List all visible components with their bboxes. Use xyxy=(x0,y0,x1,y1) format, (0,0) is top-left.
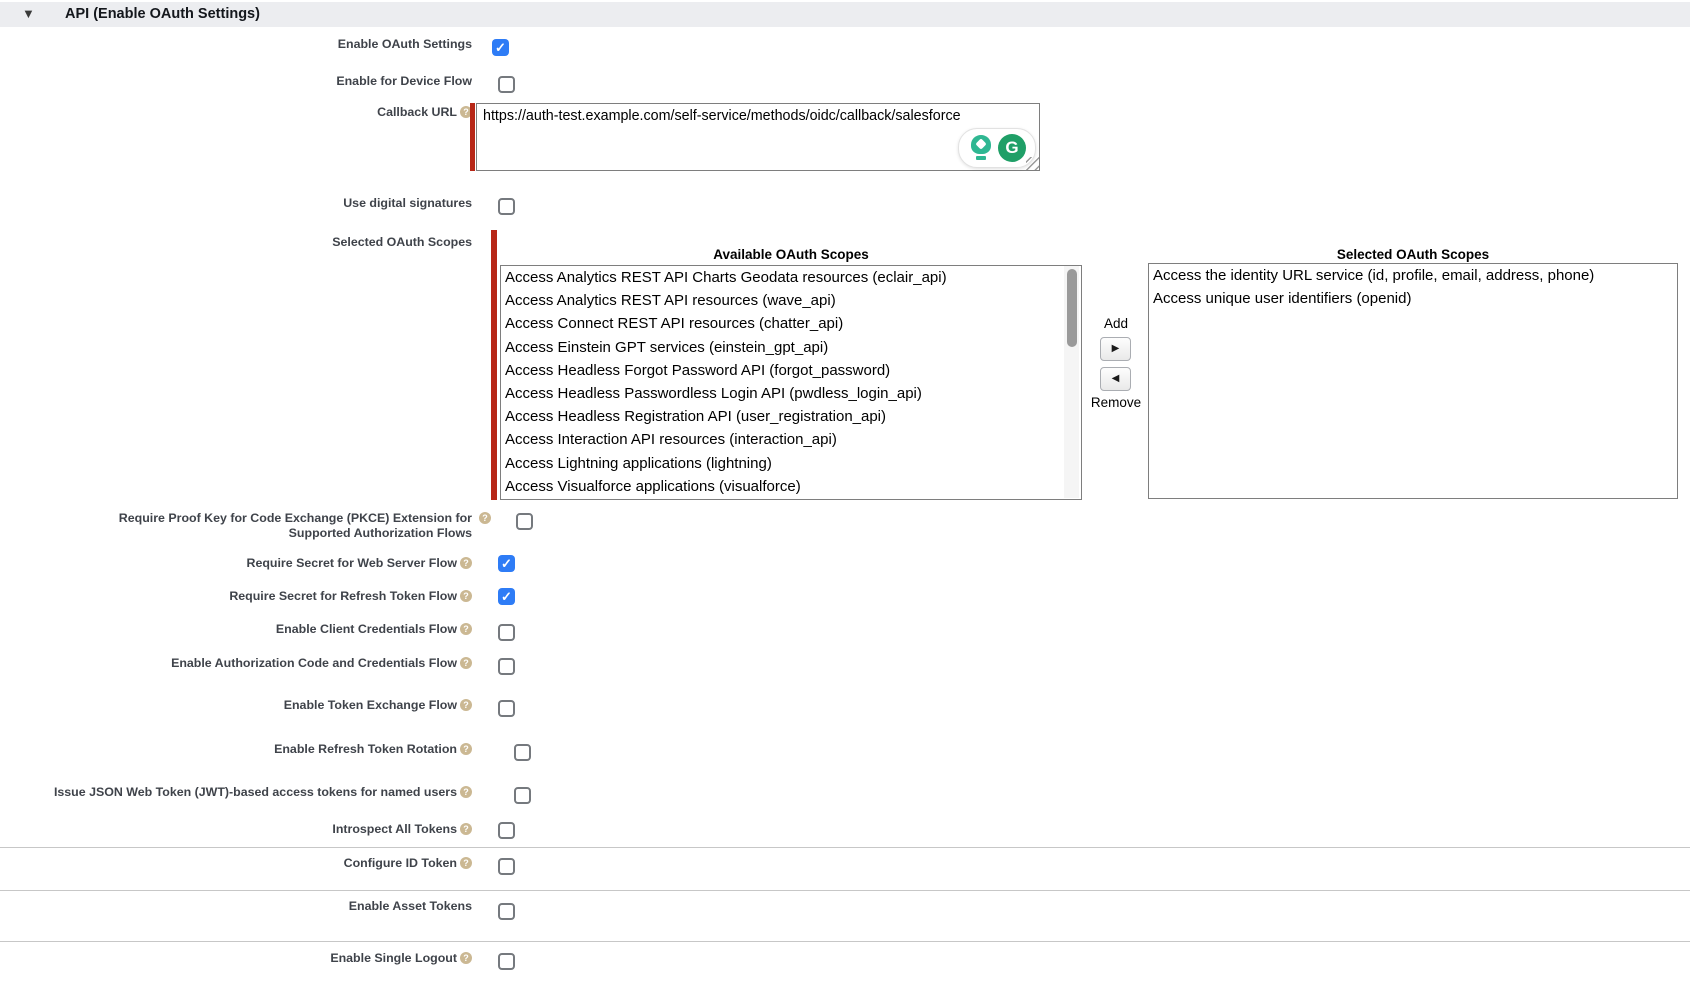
browser-extension-overlay: G xyxy=(958,128,1036,168)
enable-refresh-token-rotation-label: Enable Refresh Token Rotation? xyxy=(0,742,472,757)
help-icon[interactable]: ? xyxy=(460,786,472,798)
listbox-scrollbar-thumb[interactable] xyxy=(1067,269,1077,347)
available-scope-option[interactable]: Access Interaction API resources (intera… xyxy=(501,428,1065,451)
remove-scope-button[interactable]: ◀ xyxy=(1100,367,1131,391)
available-scope-option[interactable]: Access Headless Registration API (user_r… xyxy=(501,405,1065,428)
help-icon[interactable]: ? xyxy=(460,557,472,569)
add-scope-button[interactable]: ▶ xyxy=(1100,337,1131,361)
use-digital-signatures-checkbox[interactable] xyxy=(498,198,515,215)
selected-scope-option[interactable]: Access unique user identifiers (openid) xyxy=(1149,287,1677,310)
introspect-all-tokens-label: Introspect All Tokens? xyxy=(0,822,472,837)
use-digital-signatures-label: Use digital signatures xyxy=(0,196,472,211)
available-scope-option[interactable]: Access Einstein GPT services (einstein_g… xyxy=(501,336,1065,359)
row-divider xyxy=(0,941,1690,942)
available-scope-option[interactable]: Access Headless Forgot Password API (for… xyxy=(501,359,1065,382)
enable-oauth-settings-label: Enable OAuth Settings xyxy=(0,37,472,52)
available-scope-option[interactable]: Access Visualforce applications (visualf… xyxy=(501,475,1065,498)
add-label: Add xyxy=(1081,316,1151,331)
require-pkce-label: Require Proof Key for Code Exchange (PKC… xyxy=(72,511,472,541)
required-field-bar xyxy=(470,103,475,171)
enable-single-logout-checkbox[interactable] xyxy=(498,953,515,970)
enable-asset-tokens-checkbox[interactable] xyxy=(498,903,515,920)
enable-client-credentials-checkbox[interactable] xyxy=(498,624,515,641)
introspect-all-tokens-checkbox[interactable] xyxy=(498,822,515,839)
require-secret-web-server-checkbox[interactable] xyxy=(498,555,515,572)
available-scope-option[interactable]: Access Connect REST API resources (chatt… xyxy=(501,312,1065,335)
selected-scopes-listbox[interactable]: Access the identity URL service (id, pro… xyxy=(1148,263,1678,499)
enable-auth-code-credentials-checkbox[interactable] xyxy=(498,658,515,675)
enable-device-flow-checkbox[interactable] xyxy=(498,76,515,93)
help-icon[interactable]: ? xyxy=(460,743,472,755)
require-secret-refresh-token-checkbox[interactable] xyxy=(498,588,515,605)
require-pkce-checkbox[interactable] xyxy=(516,513,533,530)
configure-id-token-label: Configure ID Token? xyxy=(0,856,472,871)
required-field-bar xyxy=(491,230,497,500)
help-icon[interactable]: ? xyxy=(479,512,491,524)
enable-device-flow-label: Enable for Device Flow xyxy=(0,74,472,89)
enable-token-exchange-label: Enable Token Exchange Flow? xyxy=(0,698,472,713)
section-header-api[interactable]: ▼ API (Enable OAuth Settings) xyxy=(0,2,1690,27)
require-secret-refresh-token-label: Require Secret for Refresh Token Flow? xyxy=(0,589,472,604)
oauth-settings-page: ▼ API (Enable OAuth Settings) Enable OAu… xyxy=(0,0,1690,981)
help-icon[interactable]: ? xyxy=(460,657,472,669)
lightbulb-suggestion-icon[interactable] xyxy=(968,135,994,161)
available-scope-option[interactable]: Access Analytics REST API resources (wav… xyxy=(501,289,1065,312)
grammarly-icon[interactable]: G xyxy=(998,134,1026,162)
issue-jwt-tokens-checkbox[interactable] xyxy=(514,787,531,804)
issue-jwt-tokens-label: Issue JSON Web Token (JWT)-based access … xyxy=(0,785,472,800)
row-divider xyxy=(0,890,1690,891)
available-scopes-header: Available OAuth Scopes xyxy=(500,247,1082,262)
callback-url-label: Callback URL? xyxy=(0,105,472,120)
help-icon[interactable]: ? xyxy=(460,623,472,635)
row-divider xyxy=(0,847,1690,848)
selected-oauth-scopes-label: Selected OAuth Scopes xyxy=(0,235,472,250)
selected-scopes-header: Selected OAuth Scopes xyxy=(1148,247,1678,262)
remove-label: Remove xyxy=(1081,395,1151,410)
enable-asset-tokens-label: Enable Asset Tokens xyxy=(0,899,472,914)
configure-id-token-checkbox[interactable] xyxy=(498,858,515,875)
help-icon[interactable]: ? xyxy=(460,952,472,964)
help-icon[interactable]: ? xyxy=(460,857,472,869)
enable-client-credentials-label: Enable Client Credentials Flow? xyxy=(0,622,472,637)
textarea-resize-handle[interactable] xyxy=(1026,157,1039,170)
enable-single-logout-label: Enable Single Logout? xyxy=(0,951,472,966)
enable-oauth-settings-checkbox[interactable] xyxy=(492,39,509,56)
collapse-triangle-icon[interactable]: ▼ xyxy=(22,6,35,21)
available-scope-option[interactable]: Access Analytics REST API Charts Geodata… xyxy=(501,266,1065,289)
available-scope-option[interactable]: Access Headless Passwordless Login API (… xyxy=(501,382,1065,405)
require-secret-web-server-label: Require Secret for Web Server Flow? xyxy=(0,556,472,571)
enable-token-exchange-checkbox[interactable] xyxy=(498,700,515,717)
callback-url-textarea[interactable]: https://auth-test.example.com/self-servi… xyxy=(476,103,1040,171)
available-scope-option[interactable]: Access Lightning applications (lightning… xyxy=(501,452,1065,475)
section-title: API (Enable OAuth Settings) xyxy=(65,6,260,22)
available-scopes-listbox[interactable]: Access Analytics REST API Charts Geodata… xyxy=(500,265,1082,500)
enable-auth-code-credentials-label: Enable Authorization Code and Credential… xyxy=(0,656,472,671)
help-icon[interactable]: ? xyxy=(460,590,472,602)
enable-refresh-token-rotation-checkbox[interactable] xyxy=(514,744,531,761)
help-icon[interactable]: ? xyxy=(460,699,472,711)
selected-scope-option[interactable]: Access the identity URL service (id, pro… xyxy=(1149,264,1677,287)
help-icon[interactable]: ? xyxy=(460,823,472,835)
